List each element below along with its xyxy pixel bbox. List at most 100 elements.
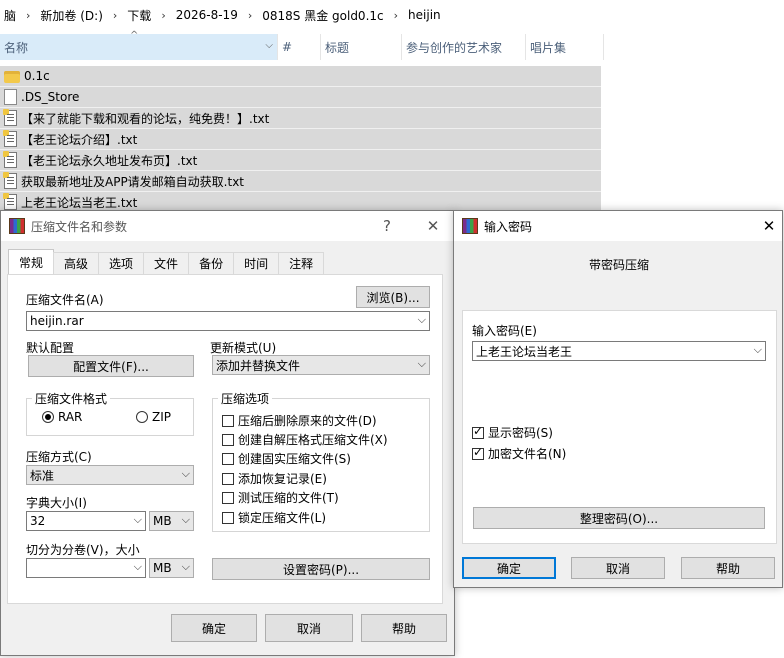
option-lock-archive[interactable]: 锁定压缩文件(L)	[222, 509, 326, 526]
file-row[interactable]: 【老王论坛介绍】.txt	[0, 129, 601, 150]
checkbox-unchecked-icon[interactable]	[222, 511, 234, 524]
format-rar-radio[interactable]: RAR	[42, 410, 82, 424]
tab-comment[interactable]: 注释	[278, 252, 325, 274]
winrar-icon	[9, 218, 25, 234]
checkbox-unchecked-icon[interactable]	[222, 472, 234, 485]
cancel-button[interactable]: 取消	[265, 614, 353, 642]
set-password-button[interactable]: 设置密码(P)...	[212, 558, 430, 580]
file-name: 【老王论坛永久地址发布页】.txt	[21, 153, 198, 168]
breadcrumb-item[interactable]: 脑	[0, 7, 20, 24]
breadcrumb-separator-icon[interactable]: ›	[155, 9, 171, 22]
ok-button[interactable]: 确定	[462, 557, 556, 579]
checkbox-unchecked-icon[interactable]	[222, 452, 234, 465]
option-test-files[interactable]: 测试压缩的文件(T)	[222, 489, 339, 506]
compression-method-label: 压缩方式(C)	[26, 450, 92, 464]
format-zip-radio[interactable]: ZIP	[136, 410, 171, 424]
breadcrumb-item[interactable]: 新加卷 (D:)	[36, 7, 106, 24]
column-label: 标题	[325, 40, 350, 55]
option-delete-after[interactable]: 压缩后删除原来的文件(D)	[222, 412, 377, 429]
ok-button[interactable]: 确定	[171, 614, 257, 642]
column-header-title[interactable]: 标题	[321, 34, 402, 60]
option-sfx[interactable]: 创建自解压格式压缩文件(X)	[222, 431, 388, 448]
column-header-name[interactable]: 名称 ^ ⌵	[0, 30, 278, 60]
dialog-titlebar[interactable]: 压缩文件名和参数 ? ✕	[1, 211, 454, 241]
file-row[interactable]: 【老王论坛永久地址发布页】.txt	[0, 150, 601, 171]
close-icon[interactable]: ✕	[413, 211, 453, 241]
tab-time[interactable]: 时间	[233, 252, 280, 274]
encrypt-file-names-checkbox[interactable]: 加密文件名(N)	[472, 445, 566, 462]
profiles-button[interactable]: 配置文件(F)...	[28, 355, 194, 377]
chevron-down-icon[interactable]: ⌵	[418, 357, 426, 371]
file-name: 0.1c	[24, 69, 50, 83]
split-size-combobox[interactable]: ⌵	[26, 558, 146, 578]
file-row[interactable]: .DS_Store	[0, 87, 601, 108]
breadcrumb-item[interactable]: 2026-8-19	[172, 8, 242, 22]
radio-selected-icon[interactable]	[42, 411, 54, 423]
sort-ascending-icon: ^	[130, 30, 139, 41]
option-solid[interactable]: 创建固实压缩文件(S)	[222, 450, 351, 467]
tab-advanced[interactable]: 高级	[53, 252, 100, 274]
checkbox-unchecked-icon[interactable]	[222, 433, 234, 446]
help-button[interactable]: 帮助	[361, 614, 447, 642]
show-password-label: 显示密码(S)	[488, 426, 553, 440]
checkbox-checked-icon[interactable]	[472, 445, 484, 460]
checkbox-unchecked-icon[interactable]	[222, 491, 234, 504]
show-password-checkbox[interactable]: 显示密码(S)	[472, 424, 553, 441]
breadcrumb-separator-icon[interactable]: ›	[20, 9, 36, 22]
column-header-album[interactable]: 唱片集	[526, 34, 604, 60]
cancel-button[interactable]: 取消	[571, 557, 665, 579]
chevron-down-icon[interactable]: ⌵	[182, 560, 190, 574]
organize-passwords-button[interactable]: 整理密码(O)...	[473, 507, 765, 529]
chevron-down-icon[interactable]: ⌵	[134, 560, 142, 574]
breadcrumb[interactable]: 脑 › 新加卷 (D:) › 下载 › 2026-8-19 › 0818S 黑金…	[0, 0, 784, 30]
chevron-down-icon[interactable]: ⌵	[134, 513, 142, 527]
breadcrumb-item[interactable]: 下载	[123, 7, 155, 24]
update-mode-select[interactable]: 添加并替换文件 ⌵	[212, 355, 430, 375]
chevron-down-icon[interactable]: ⌵	[418, 313, 426, 327]
split-unit-value: MB	[153, 561, 172, 575]
checkbox-checked-icon[interactable]	[472, 424, 484, 439]
help-button[interactable]: 帮助	[681, 557, 775, 579]
tab-backup[interactable]: 备份	[188, 252, 235, 274]
close-icon[interactable]: ✕	[749, 211, 784, 241]
column-header-artists[interactable]: 参与创作的艺术家	[402, 34, 526, 60]
column-header-number[interactable]: #	[278, 34, 321, 60]
dictionary-size-combobox[interactable]: 32 ⌵	[26, 511, 146, 531]
folder-icon	[4, 71, 20, 83]
breadcrumb-separator-icon[interactable]: ›	[242, 9, 258, 22]
tab-files[interactable]: 文件	[143, 252, 190, 274]
file-list: 0.1c .DS_Store 【来了就能下载和观看的论坛，纯免费！】.txt 【…	[0, 66, 601, 213]
help-icon[interactable]: ?	[367, 211, 407, 241]
radio-unselected-icon[interactable]	[136, 411, 148, 423]
breadcrumb-separator-icon[interactable]: ›	[388, 9, 404, 22]
chevron-down-icon[interactable]: ⌵	[265, 40, 273, 51]
dialog-titlebar[interactable]: 输入密码 ✕	[454, 211, 782, 241]
file-row[interactable]: 0.1c	[0, 66, 601, 87]
archive-name-value: heijin.rar	[30, 314, 84, 328]
option-recovery-record[interactable]: 添加恢复记录(E)	[222, 470, 327, 487]
chevron-down-icon[interactable]: ⌵	[754, 343, 762, 357]
compression-method-select[interactable]: 标准 ⌵	[26, 465, 194, 485]
breadcrumb-item[interactable]: heijin	[404, 8, 445, 22]
option-label: 创建自解压格式压缩文件(X)	[238, 433, 388, 447]
file-row[interactable]: 【来了就能下载和观看的论坛，纯免费！】.txt	[0, 108, 601, 129]
breadcrumb-item[interactable]: 0818S 黑金 gold0.1c	[258, 7, 387, 24]
archive-name-combobox[interactable]: heijin.rar ⌵	[26, 311, 430, 331]
checkbox-unchecked-icon[interactable]	[222, 414, 234, 427]
breadcrumb-separator-icon[interactable]: ›	[107, 9, 123, 22]
tab-general[interactable]: 常规	[8, 249, 55, 274]
split-unit-select[interactable]: MB ⌵	[149, 558, 194, 578]
tab-options[interactable]: 选项	[98, 252, 145, 274]
encrypt-file-names-label: 加密文件名(N)	[488, 447, 567, 461]
dictionary-unit-select[interactable]: MB ⌵	[149, 511, 194, 531]
archive-name-label: 压缩文件名(A)	[26, 293, 104, 307]
password-combobox[interactable]: 上老王论坛当老王 ⌵	[472, 341, 766, 361]
tab-bar: 常规 高级 选项 文件 备份 时间 注释	[8, 249, 325, 275]
text-file-icon	[3, 151, 17, 168]
chevron-down-icon[interactable]: ⌵	[182, 513, 190, 527]
browse-button[interactable]: 浏览(B)...	[356, 286, 430, 308]
file-row[interactable]: 获取最新地址及APP请发邮箱自动获取.txt	[0, 171, 601, 192]
option-label: 测试压缩的文件(T)	[238, 491, 339, 505]
chevron-down-icon[interactable]: ⌵	[182, 467, 190, 481]
column-label: #	[282, 40, 293, 54]
